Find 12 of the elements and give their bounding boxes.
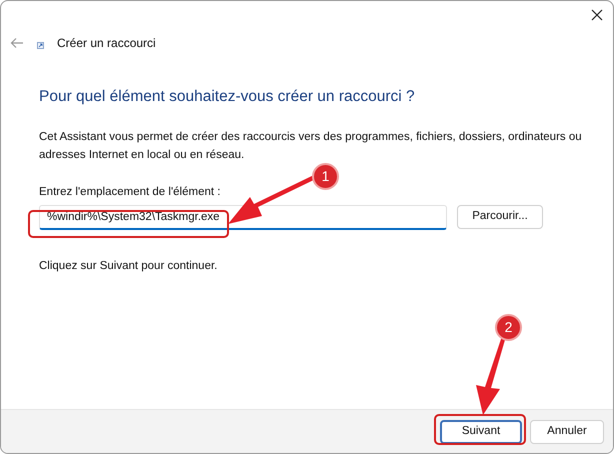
field-label: Entrez l'emplacement de l'élément : xyxy=(39,185,222,200)
shortcut-icon xyxy=(37,42,44,48)
browse-button[interactable]: Parcourir... xyxy=(457,205,543,229)
cancel-button[interactable]: Annuler xyxy=(530,420,604,444)
next-button[interactable]: Suivant xyxy=(440,420,522,444)
back-arrow-icon[interactable] xyxy=(10,37,24,49)
wizard-heading: Pour quel élément souhaitez-vous créer un raccourci ? xyxy=(39,87,416,107)
hint-text: Cliquez sur Suivant pour continuer. xyxy=(39,258,218,274)
close-icon[interactable] xyxy=(591,9,603,21)
window-title: Créer un raccourci xyxy=(57,35,156,52)
description-text: Cet Assistant vous permet de créer des raccourcis vers des programmes, fichiers, dossiers, ordinateurs ou adresses Internet en local ou en réseau. xyxy=(39,130,583,164)
location-input-field[interactable]: %windir%\System32\Taskmgr.exe xyxy=(39,204,447,230)
